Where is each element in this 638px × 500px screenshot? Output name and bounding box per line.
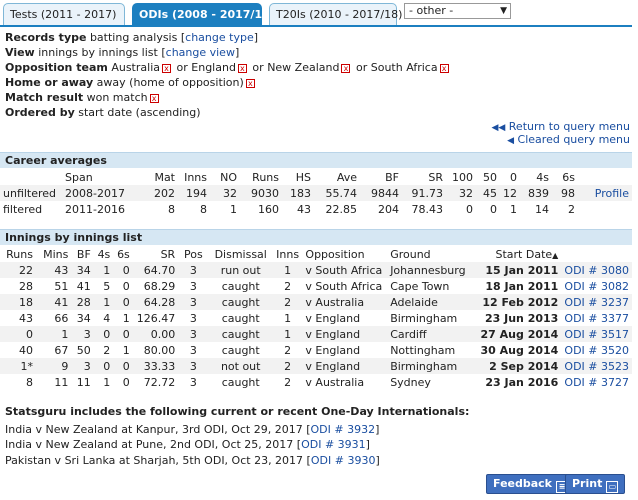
recent-matches-title: Statsguru includes the following current… [5,405,470,418]
table-row: 8 11 11 1 0 72.72 3 caught 2 v Australia Sydney 23 … [0,374,632,390]
start-date-sort-header[interactable]: Start Date▲ [478,246,562,262]
remove-result-icon[interactable]: x [149,94,159,103]
print-button[interactable]: Print ▭ [565,474,626,494]
criteria-home-away: Home or away away (home of opposition) x [5,75,451,90]
scorecard-link[interactable]: ODI # 3237 [564,296,629,309]
scorecard-link[interactable]: ODI # 3523 [564,360,629,373]
rewind-icon: ◀◀ [491,123,506,133]
feedback-button[interactable]: Feedback ≡ [486,474,575,494]
innings-table: Runs Mins BF 4s 6s SR Pos Dismissal Inns… [0,246,632,390]
criteria-view: View innings by innings list [change vie… [5,46,240,59]
scorecard-link[interactable]: ODI # 3517 [564,328,629,341]
table-row: unfiltered 2008-2017 202 194 32 9030 183… [0,185,632,201]
remove-australia-icon[interactable]: x [162,64,171,73]
table-row: 43 66 34 4 1 126.47 3 caught 1 v England Birmingha… [0,310,632,326]
cleared-query-link-row: ◀ Cleared query menu [491,134,630,147]
list-item: Pakistan v Sri Lanka at Sharjah, 5th ODI… [5,453,380,467]
remove-south-africa-icon[interactable]: x [439,64,449,73]
match-link[interactable]: ODI # 3932 [311,423,376,436]
table-row: 0 1 3 0 0 0.00 3 caught 1 v England Cardiff 27 Aug … [0,326,632,342]
table-row: 22 43 34 1 0 64.70 3 run out 1 v South Africa Joha… [0,262,632,278]
cleared-query-link[interactable]: Cleared query menu [518,133,630,146]
remove-new-zealand-icon[interactable]: x [341,64,351,73]
change-type-link[interactable]: change type [185,31,254,44]
criteria-ordered: Ordered by start date (ascending) [5,106,201,119]
query-menu-links: ◀◀ Return to query menu ◀ Cleared query … [491,121,630,147]
change-view-link[interactable]: change view [166,46,235,59]
printer-icon: ▭ [606,481,619,493]
criteria-result: Match result won match x [5,90,451,105]
scorecard-link[interactable]: ODI # 3080 [564,264,629,277]
return-query-link[interactable]: Return to query menu [509,120,630,133]
scorecard-link[interactable]: ODI # 3082 [564,280,629,293]
query-criteria: Records type batting analysis [change ty… [5,30,451,120]
criteria-records-type: Records type batting analysis [change ty… [5,31,259,44]
criteria-opposition: Opposition team Australia x or England x o… [5,60,451,75]
other-format-select[interactable]: - other - ▼ [404,3,511,19]
tab-odis[interactable]: ODIs (2008 - 2017/18) [132,3,275,26]
scorecard-link[interactable]: ODI # 3727 [564,376,629,389]
tab-tests[interactable]: Tests (2011 - 2017) [3,3,125,26]
innings-list-header: Innings by innings list [0,229,632,245]
tab-divider [0,25,632,27]
scorecard-link[interactable]: ODI # 3520 [564,344,629,357]
list-item: India v New Zealand at Pune, 2nd ODI, Oc… [5,438,370,451]
table-row: 40 67 50 2 1 80.00 3 caught 2 v England Nottingham… [0,342,632,358]
recent-matches: Statsguru includes the following current… [5,404,469,468]
match-link[interactable]: ODI # 3930 [311,454,376,467]
profile-link[interactable]: Profile [595,187,629,200]
innings-header-row: Runs Mins BF 4s 6s SR Pos Dismissal Inns… [0,246,632,262]
career-header-row: Span Mat Inns NO Runs HS Ave BF SR 100 5… [65,170,575,184]
chevron-down-icon: ▼ [500,6,507,16]
table-row: filtered 2011-2016 8 8 1 160 43 22.85 20… [0,201,632,217]
remove-home-away-icon[interactable]: x [245,79,255,88]
sort-up-icon: ▲ [552,250,559,260]
remove-england-icon[interactable]: x [237,64,247,73]
career-averages-table: Span Mat Inns NO Runs HS Ave BF SR 100 5… [0,169,632,217]
match-link[interactable]: ODI # 3931 [301,438,366,451]
table-row: 28 51 41 5 0 68.29 3 caught 2 v South Africa Cape … [0,278,632,294]
scorecard-link[interactable]: ODI # 3377 [564,312,629,325]
list-item: India v New Zealand at Kanpur, 3rd ODI, … [5,422,380,436]
table-row: 1* 9 3 0 0 33.33 3 not out 2 v England Birmingham 2… [0,358,632,374]
table-row: 18 41 28 1 0 64.28 3 caught 2 v Australia Adelaide… [0,294,632,310]
back-icon: ◀ [507,136,515,146]
career-averages-header: Career averages [0,152,632,168]
tab-t20is[interactable]: T20Is (2010 - 2017/18) [269,3,402,26]
